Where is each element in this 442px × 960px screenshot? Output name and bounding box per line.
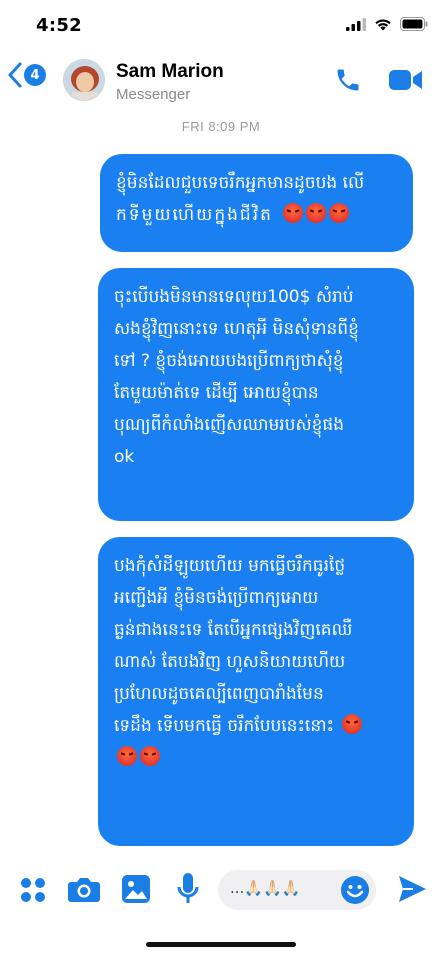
back-button[interactable]: 4	[8, 62, 46, 88]
send-icon	[399, 876, 426, 902]
message-bubble[interactable]: ចុះបើបងមិនមានទេលុយ100$ សំរាប់ សងខ្ញុំវិញ…	[98, 268, 414, 521]
angry-face-icon	[342, 714, 363, 734]
battery-icon	[400, 17, 428, 31]
emoji-button[interactable]	[340, 875, 370, 909]
chevron-left-icon	[8, 62, 22, 88]
video-camera-icon	[389, 70, 422, 90]
message-input-text: ...🙏🏻🙏🏻🙏🏻	[230, 879, 301, 897]
unread-count-badge: 4	[24, 64, 46, 86]
message-line: ខ្ញុំមិនដែលជួបទេចរឹកអ្នកមានដូចបង លើ	[116, 173, 365, 193]
gallery-icon	[122, 875, 150, 903]
angry-face-icon	[306, 203, 327, 223]
angry-face-icon	[283, 203, 304, 223]
message-bubble[interactable]: បងកុំសំដីឡូយហើយ មកធ្វើចរឹកធូរថ្លៃ អញ្ជើង…	[98, 537, 414, 846]
camera-button[interactable]	[68, 876, 100, 906]
message-input[interactable]: ...🙏🏻🙏🏻🙏🏻	[218, 870, 376, 910]
contact-name[interactable]: Sam Marion	[116, 61, 224, 83]
message-line: កទីមួយហើយក្នុងជីវិត	[116, 205, 273, 225]
avatar[interactable]	[63, 59, 105, 101]
message-line: អញ្ជើងអី ខ្ញុំមិនចង់ប្រើពាក្យអោយ	[114, 588, 319, 608]
message-line: ណាស់ តែបងវិញ ហួសនិយាយហើយ	[114, 652, 346, 672]
home-indicator[interactable]	[146, 942, 296, 947]
status-time: 4:52	[36, 15, 82, 36]
camera-icon	[68, 878, 100, 902]
apps-icon	[21, 878, 45, 902]
apps-button[interactable]	[20, 877, 46, 907]
message-line: ប្រហែលដូចគេល្បីពេញបារាំងមែន	[114, 684, 324, 704]
chat-header: 4 Sam Marion Messenger	[0, 52, 442, 116]
message-line: ចុះបើបងមិនមានទេលុយ100$ សំរាប់	[114, 287, 354, 307]
status-bar: 4:52	[0, 0, 442, 52]
signal-icon	[346, 17, 366, 31]
emoji-icon	[341, 876, 369, 904]
message-line: ធ្ងន់ជាងនេះទេ តែបើអ្នកផ្សេងវិញគេឈឺ	[114, 620, 353, 640]
call-button[interactable]	[334, 66, 362, 98]
mic-icon	[177, 873, 199, 903]
video-call-button[interactable]	[389, 68, 423, 96]
composer-bar: ...🙏🏻🙏🏻🙏🏻	[0, 862, 442, 918]
wifi-icon	[375, 18, 391, 30]
message-line: ទេដឹង ទើបមកធ្វើ ចរឹកបែបនេះនោះ	[114, 716, 334, 736]
message-line: ទៅ ? ខ្ញុំចង់អោយបងប្រើពាក្យថាសុំខ្ញុំ	[114, 351, 344, 371]
message-bubble[interactable]: ខ្ញុំមិនដែលជួបទេចរឹកអ្នកមានដូចបង លើ កទីម…	[100, 154, 413, 252]
send-button[interactable]	[397, 874, 427, 908]
phone-icon	[337, 69, 359, 91]
angry-face-icon	[117, 746, 137, 766]
thread-timestamp: FRI 8:09 PM	[181, 119, 261, 134]
status-icons	[346, 17, 428, 31]
voice-button[interactable]	[177, 873, 199, 909]
message-line: បុណ្យពីកំលាំងញើសឈាមរបស់ខ្ញុំផង	[114, 415, 345, 435]
gallery-button[interactable]	[122, 875, 150, 907]
message-line: តែមួយម៉ាត់ទេ ដើម្បី អោយខ្ញុំបាន	[114, 383, 319, 403]
message-line: សងខ្ញុំវិញនោះទេ ហេតុអី មិនសុំទានពីខ្ញុំ	[114, 319, 359, 339]
angry-face-icon	[329, 203, 350, 223]
contact-subtitle: Messenger	[116, 86, 191, 103]
angry-face-icon	[140, 746, 160, 766]
message-line: បងកុំសំដីឡូយហើយ មកធ្វើចរឹកធូរថ្លៃ	[114, 556, 346, 576]
message-line: ok	[114, 447, 135, 467]
